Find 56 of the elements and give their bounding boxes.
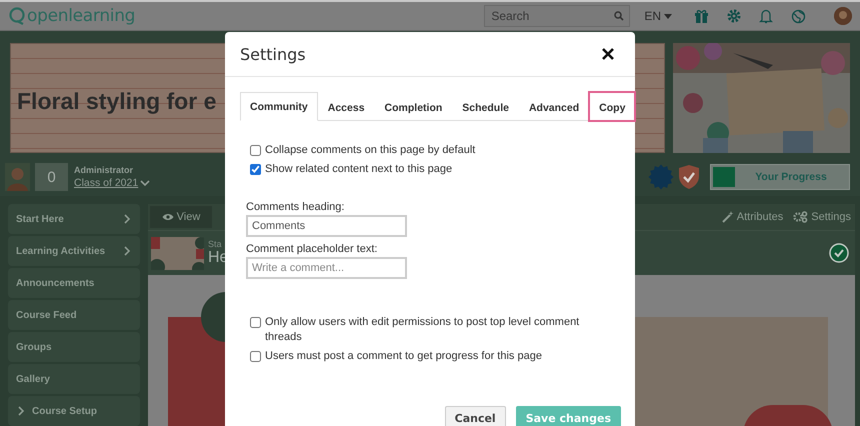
settings-icon [793,211,808,223]
progress-button[interactable]: Your Progress [710,164,850,190]
cancel-button[interactable]: Cancel [444,406,506,426]
view-button[interactable]: View [150,206,212,228]
tab[interactable]: Access [318,92,375,121]
tab[interactable]: Copy [589,92,636,121]
logo-icon [8,7,26,25]
sidebar-item[interactable]: Start Here [8,204,140,234]
eye-icon [162,213,174,221]
shield-icon [678,164,700,190]
bell-icon[interactable] [759,8,773,24]
sidebar-item[interactable]: Groups [8,332,140,362]
caret-icon [664,14,672,18]
sidebar-item[interactable]: Announcements [8,268,140,298]
magic-wand-icon [722,211,734,223]
cohort-selector[interactable]: Class of 2021 [74,177,150,189]
tab[interactable]: Advanced [518,92,590,121]
sidebar-item[interactable]: Course Setup [8,396,140,426]
points-count: 0 [35,163,68,191]
checkbox-label: Collapse comments on this page by default [265,143,476,158]
checkbox-label: Only allow users with edit permissions to post top level comment threads [265,315,580,345]
globe-icon[interactable] [791,8,806,24]
chevron-icon [140,178,150,188]
settings-icon[interactable] [727,9,741,23]
user-role: Administrator [74,165,134,175]
toolbar-action[interactable]: Attributes [722,211,784,223]
badge-icon [648,164,674,190]
tab[interactable]: Schedule [452,92,519,121]
sidebar-item[interactable]: Course Feed [8,300,140,330]
tab[interactable]: Community [240,92,318,121]
avatar[interactable] [834,7,852,25]
text-field[interactable]: Comments [246,215,407,237]
sidebar-item[interactable]: Learning Activities [8,236,140,266]
checkbox[interactable] [250,145,261,156]
field-label: Comments heading: [246,201,346,213]
checkbox-label: Users must post a comment to get progress for this page [265,349,542,364]
toolbar-action[interactable]: Settings [793,211,851,223]
chevron-icon [122,214,132,224]
checkbox[interactable] [250,164,261,175]
search-icon [614,11,624,21]
checkbox[interactable] [250,351,261,362]
course-title: Floral styling for e [17,88,216,114]
gift-icon[interactable] [694,9,709,23]
checkbox-label: Show related content next to this page [265,162,452,177]
checkbox[interactable] [250,317,261,328]
chevron-icon [122,246,132,256]
search-field[interactable]: Search [484,5,630,27]
text-field[interactable]: Write a comment... [246,257,407,279]
language-selector[interactable]: EN [644,9,672,23]
save-button[interactable]: Save changes [516,406,621,426]
chevron-icon [16,406,26,416]
breadcrumb[interactable]: Sta [208,239,228,249]
dialog-title: Settings [240,44,307,64]
sidebar-item[interactable]: Gallery [8,364,140,394]
tab[interactable]: Completion [374,92,452,121]
field-label: Comment placeholder text: [246,243,378,255]
